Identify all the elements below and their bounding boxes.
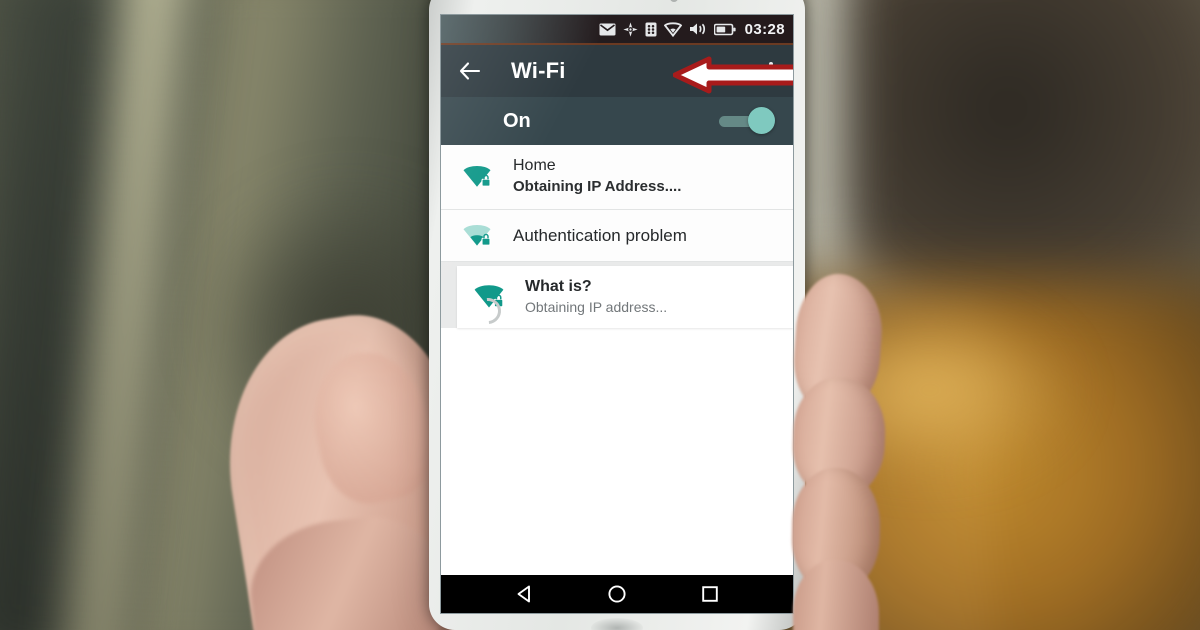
wifi-secured-full-icon	[469, 284, 509, 330]
wifi-secured-weak-icon	[457, 224, 497, 248]
volume-icon	[689, 22, 707, 36]
empty-list-area	[441, 328, 793, 575]
switch-knob	[748, 107, 775, 134]
network-status: Obtaining IP Address....	[513, 178, 682, 196]
wifi-master-toggle-row[interactable]: On	[441, 97, 793, 145]
network-home-text: Home Obtaining IP Address....	[513, 156, 681, 197]
phone-screen: 03:28 Wi-Fi On Home Obtaining IP Address…	[440, 14, 794, 614]
smartphone-device: 03:28 Wi-Fi On Home Obtaining IP Address…	[429, 0, 805, 630]
network-name: Authentication problem	[513, 225, 687, 245]
mail-icon	[599, 23, 616, 36]
network-name: Home	[513, 157, 556, 175]
nav-home-icon[interactable]	[606, 583, 628, 605]
nav-back-icon[interactable]	[513, 583, 535, 605]
network-name: What is?	[525, 278, 592, 296]
android-navigation-bar	[441, 575, 793, 613]
home-button-dimple	[591, 618, 643, 630]
network-whatis-text: What is? Obtaining IP address...	[525, 277, 667, 317]
wifi-signal-icon	[663, 21, 682, 37]
network-row-what-is[interactable]: What is? Obtaining IP address...	[457, 266, 793, 330]
wifi-network-list: Home Obtaining IP Address.... Authentica…	[441, 145, 793, 330]
overflow-menu-icon[interactable]	[763, 58, 779, 84]
wifi-toggle-switch[interactable]	[719, 107, 775, 134]
network-row-home[interactable]: Home Obtaining IP Address....	[441, 145, 793, 210]
status-bar: 03:28	[441, 15, 793, 45]
wifi-secured-full-icon	[457, 165, 497, 189]
network-card-band: What is? Obtaining IP address...	[441, 262, 793, 330]
back-arrow-icon[interactable]	[457, 58, 483, 84]
network-row-authentication-problem[interactable]: Authentication problem	[441, 210, 793, 262]
app-bar: Wi-Fi	[441, 45, 793, 97]
nav-recents-icon[interactable]	[699, 583, 721, 605]
status-bar-clock: 03:28	[744, 20, 785, 38]
network-auth-text: Authentication problem	[513, 226, 687, 246]
page-title: Wi-Fi	[511, 58, 566, 83]
photo-scene: 03:28 Wi-Fi On Home Obtaining IP Address…	[0, 0, 1200, 630]
wifi-toggle-label: On	[503, 109, 531, 132]
sim-card-icon	[645, 22, 657, 37]
location-icon	[623, 21, 638, 37]
battery-icon	[713, 23, 736, 36]
front-camera	[669, 0, 678, 2]
network-status: Obtaining IP address...	[525, 298, 668, 315]
